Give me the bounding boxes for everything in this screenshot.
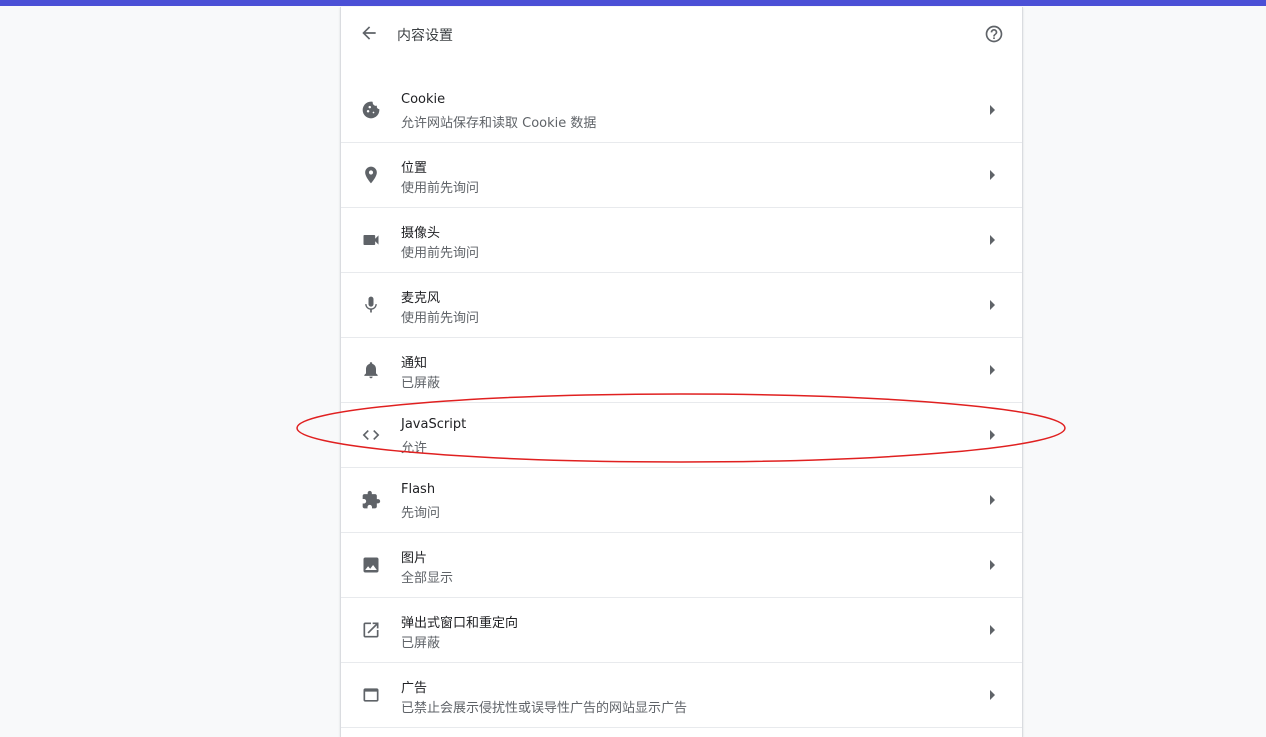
- setting-subtitle: 允许网站保存和读取 Cookie 数据: [401, 116, 597, 131]
- setting-subtitle: 先询问: [401, 506, 441, 521]
- puzzle-icon: [362, 490, 381, 509]
- chevron-right-icon: [990, 495, 995, 505]
- setting-subtitle: 已禁止会展示侵扰性或误导性广告的网站显示广告: [401, 701, 688, 716]
- content-settings-card: 内容设置 Cookie 允许网站保存和读取 Cookie 数据 位置 使用前先询…: [340, 7, 1023, 737]
- setting-row-location[interactable]: 位置 使用前先询问: [341, 143, 1022, 208]
- setting-title: Cookie: [401, 92, 446, 107]
- help-icon: [985, 25, 1003, 43]
- help-button[interactable]: [984, 24, 1004, 44]
- setting-row-microphone[interactable]: 麦克风 使用前先询问: [341, 273, 1022, 338]
- chevron-right-icon: [990, 625, 995, 635]
- setting-title: 摄像头: [401, 226, 441, 241]
- top-accent-bar: [0, 0, 1266, 6]
- setting-row-camera[interactable]: 摄像头 使用前先询问: [341, 208, 1022, 273]
- setting-row-flash[interactable]: Flash 先询问: [341, 468, 1022, 533]
- chevron-right-icon: [990, 430, 995, 440]
- setting-row-notifications[interactable]: 通知 已屏蔽: [341, 338, 1022, 403]
- setting-subtitle: 已屏蔽: [401, 636, 441, 651]
- setting-row-popups[interactable]: 弹出式窗口和重定向 已屏蔽: [341, 598, 1022, 663]
- setting-title: 通知: [401, 356, 428, 371]
- setting-row-ads[interactable]: 广告 已禁止会展示侵扰性或误导性广告的网站显示广告: [341, 663, 1022, 728]
- setting-subtitle: 使用前先询问: [401, 246, 480, 261]
- setting-subtitle: 已屏蔽: [401, 376, 441, 391]
- setting-subtitle: 使用前先询问: [401, 311, 480, 326]
- setting-row-javascript[interactable]: JavaScript 允许: [341, 403, 1022, 468]
- setting-subtitle: 全部显示: [401, 571, 454, 586]
- chevron-right-icon: [990, 560, 995, 570]
- window-icon: [363, 688, 379, 702]
- cookie-icon: [362, 101, 380, 119]
- back-button[interactable]: [359, 23, 379, 43]
- open-in-new-icon: [363, 622, 379, 638]
- page-header: 内容设置: [341, 7, 1022, 63]
- setting-title: JavaScript: [401, 417, 467, 432]
- image-icon: [363, 557, 379, 573]
- setting-title: 图片: [401, 551, 428, 566]
- setting-title: 麦克风: [401, 291, 441, 306]
- setting-title: 位置: [401, 161, 428, 176]
- location-pin-icon: [365, 166, 377, 184]
- microphone-icon: [365, 296, 377, 313]
- chevron-right-icon: [990, 170, 995, 180]
- chevron-right-icon: [990, 365, 995, 375]
- camera-icon: [363, 235, 379, 245]
- setting-title: 弹出式窗口和重定向: [401, 616, 519, 631]
- chevron-right-icon: [990, 105, 995, 115]
- setting-row-images[interactable]: 图片 全部显示: [341, 533, 1022, 598]
- code-icon: [362, 430, 380, 440]
- page-title: 内容设置: [397, 28, 453, 44]
- chevron-right-icon: [990, 235, 995, 245]
- setting-title: Flash: [401, 482, 436, 497]
- setting-row-cookie[interactable]: Cookie 允许网站保存和读取 Cookie 数据: [341, 78, 1022, 143]
- setting-title: 广告: [401, 681, 428, 696]
- setting-subtitle: 允许: [401, 441, 428, 456]
- chevron-right-icon: [990, 300, 995, 310]
- setting-subtitle: 使用前先询问: [401, 181, 480, 196]
- settings-list: Cookie 允许网站保存和读取 Cookie 数据 位置 使用前先询问 摄像头…: [341, 78, 1022, 728]
- bell-icon: [364, 362, 378, 379]
- chevron-right-icon: [990, 690, 995, 700]
- arrow-back-icon: [362, 26, 376, 40]
